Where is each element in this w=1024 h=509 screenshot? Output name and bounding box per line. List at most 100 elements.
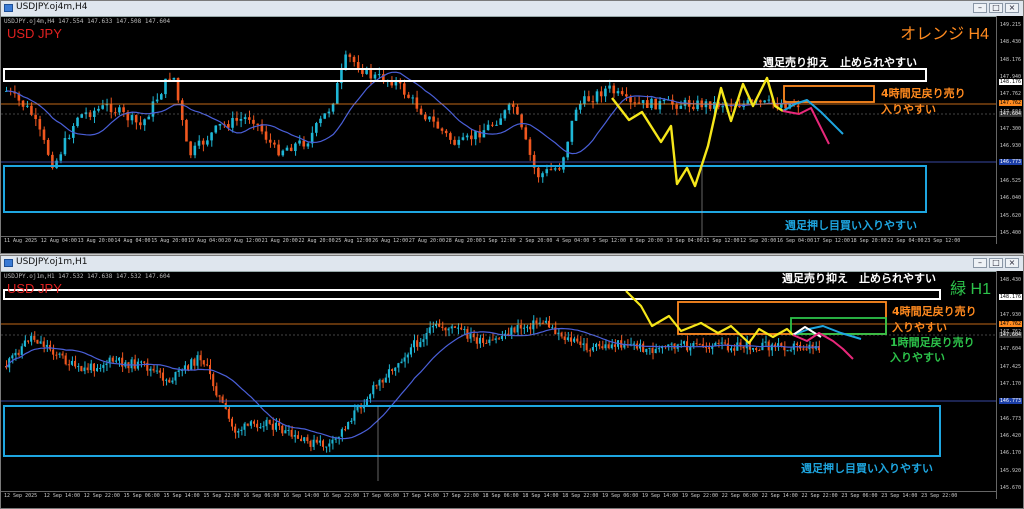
- weekly-buy-zone-box: [3, 405, 941, 457]
- candle-body: [598, 343, 601, 347]
- candle-body: [423, 114, 427, 120]
- price-axis-h1[interactable]: 148.430 148.176 147.930 147.762 147.604 147.4…: [996, 271, 1023, 499]
- candle-body: [613, 344, 616, 347]
- time-axis-h4[interactable]: 11 Aug 2025 12 Aug 04:00 13 Aug 20:00 14 Au…: [1, 236, 997, 246]
- candle-body: [33, 335, 36, 340]
- candle-body: [805, 348, 808, 350]
- candle-body: [239, 118, 243, 121]
- candle-body: [373, 74, 377, 79]
- candle-body: [795, 343, 798, 345]
- candle-body: [579, 341, 582, 345]
- price-tick-label: 147.425: [999, 363, 1021, 370]
- candle-body: [39, 341, 42, 344]
- candle-body: [679, 105, 683, 109]
- candle-body: [215, 386, 218, 396]
- candle-body: [457, 139, 461, 145]
- candle-body: [503, 110, 507, 119]
- candle-body: [642, 343, 645, 353]
- candle-body: [566, 337, 569, 341]
- time-tick-label: 15 Sep 06:00: [123, 493, 160, 499]
- candle-body: [101, 105, 104, 109]
- candle-body: [199, 355, 202, 361]
- candle-body: [189, 141, 192, 156]
- chart-window-icon: [4, 4, 13, 12]
- time-tick-label: 12 Sep 22:00: [83, 493, 120, 499]
- candle-body: [428, 327, 431, 334]
- candle-body: [139, 361, 142, 363]
- price-chart-h4[interactable]: [1, 16, 998, 244]
- candle-body: [133, 359, 136, 369]
- time-tick-label: 18 Sep 06:00: [482, 493, 519, 499]
- close-button-h4[interactable]: ×: [1005, 3, 1019, 13]
- time-tick-label: 18 Sep 20:00: [850, 238, 887, 244]
- h4-pullback-sell-label-h4-line1: 4時間足戻り売り: [881, 87, 966, 100]
- price-tag-orange: 147.762: [998, 100, 1022, 106]
- candle-body: [331, 103, 335, 112]
- candle-body: [453, 139, 456, 145]
- candle-body: [450, 326, 453, 329]
- candle-body: [17, 352, 20, 355]
- time-tick-label: 16 Sep 22:00: [323, 493, 360, 499]
- candle-body: [585, 343, 588, 351]
- candle-body: [249, 421, 252, 426]
- candle-body: [306, 437, 309, 442]
- candle-body: [485, 342, 488, 344]
- candle-body: [595, 91, 599, 102]
- candle-body: [230, 418, 233, 427]
- candle-body: [190, 359, 193, 371]
- minimize-button-h4[interactable]: –: [973, 3, 987, 13]
- time-axis-h1[interactable]: 12 Sep 2025 12 Sep 14:00 12 Sep 22:00 15 Se…: [1, 491, 997, 501]
- candle-body: [240, 429, 243, 431]
- candle-body: [273, 142, 276, 145]
- candle-body: [187, 365, 190, 371]
- chart-window-h4[interactable]: USDJPY.oj4m,H4 – □ × USDJPY.oj4m,H4 147.…: [0, 0, 1024, 254]
- time-tick-label: 22 Sep 14:00: [761, 493, 798, 499]
- candle-body: [675, 104, 678, 109]
- candle-body: [235, 117, 239, 121]
- candle-body: [271, 423, 274, 430]
- candle-body: [516, 325, 519, 333]
- price-tick-label: 147.604: [999, 346, 1021, 353]
- time-tick-label: 15 Aug 20:00: [151, 238, 188, 244]
- close-button-h1[interactable]: ×: [1005, 258, 1019, 268]
- candle-body: [197, 140, 201, 146]
- price-tick-label: 145.620: [999, 212, 1021, 219]
- price-tag-white: 148.176: [998, 79, 1022, 85]
- candle-body: [544, 320, 547, 323]
- candle-body: [264, 131, 268, 140]
- candle-body: [298, 140, 301, 144]
- chart-window-h1[interactable]: USDJPY.oj1m,H1 – □ × USDJPY.oj1m,H1 147.…: [0, 255, 1024, 509]
- candle-body: [20, 346, 23, 355]
- candle-body: [34, 114, 37, 120]
- candle-body: [587, 96, 590, 102]
- maximize-button-h1[interactable]: □: [989, 258, 1003, 268]
- candle-body: [641, 100, 645, 104]
- candle-body: [268, 139, 272, 143]
- candle-body: [210, 132, 213, 141]
- candle-body: [553, 168, 557, 170]
- maximize-button-h4[interactable]: □: [989, 3, 1003, 13]
- price-tick-label: 147.300: [999, 126, 1021, 132]
- candle-body: [30, 105, 33, 115]
- candle-body: [237, 430, 240, 433]
- candle-body: [42, 341, 45, 347]
- candle-body: [432, 116, 435, 122]
- weekly-sell-resistance-label-h1: 週足売り抑え 止められやすい: [782, 272, 936, 285]
- candle-body: [721, 106, 724, 108]
- weekly-dip-buy-label-h1: 週足押し目買い入りやすい: [801, 462, 933, 475]
- candle-body: [289, 147, 293, 152]
- candle-body: [25, 105, 29, 107]
- window-titlebar-h4[interactable]: USDJPY.oj4m,H4 – □ ×: [1, 1, 1023, 17]
- candle-body: [161, 372, 164, 381]
- candle-body: [616, 91, 620, 94]
- candle-body: [758, 350, 761, 352]
- price-axis-h4[interactable]: 149.215148.430148.176147.940147.762147.6…: [996, 16, 1023, 244]
- candle-body: [444, 130, 448, 134]
- minimize-button-h1[interactable]: –: [973, 258, 987, 268]
- candle-body: [662, 99, 666, 102]
- candle-body: [109, 104, 113, 113]
- price-tag-blue: 146.773: [998, 159, 1022, 165]
- timeframe-label-h1: 緑 H1: [950, 281, 991, 298]
- candle-body: [134, 115, 138, 123]
- candle-body: [463, 328, 466, 330]
